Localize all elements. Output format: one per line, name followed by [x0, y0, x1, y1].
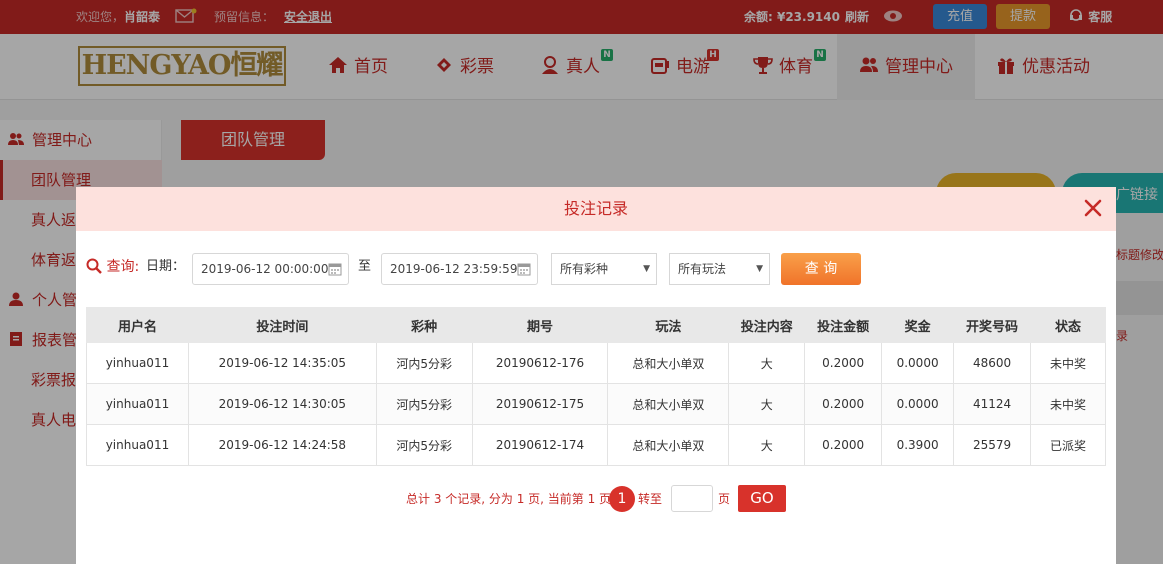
cell-username: yinhua011: [86, 383, 189, 425]
cell-issue: 20190612-175: [471, 383, 609, 425]
cell-issue: 20190612-176: [471, 342, 609, 384]
cell-issue: 20190612-174: [471, 424, 609, 466]
date-to-value: 2019-06-12 23:59:59: [390, 262, 518, 276]
col-bet-time: 投注时间: [187, 307, 377, 343]
col-status: 状态: [1030, 307, 1106, 343]
calendar-icon[interactable]: [517, 262, 531, 276]
cell-bet-content: 大: [728, 383, 806, 425]
query-label: 查询:: [86, 251, 139, 283]
query-button[interactable]: 查 询: [781, 253, 861, 285]
cell-lottery: 河内5分彩: [375, 383, 473, 425]
cell-status: 未中奖: [1030, 383, 1106, 425]
table-row[interactable]: yinhua011 2019-06-12 14:24:58 河内5分彩 2019…: [86, 424, 1106, 466]
table-header-row: 用户名 投注时间 彩种 期号 玩法 投注内容 投注金额 奖金 开奖号码 状态: [86, 307, 1106, 343]
close-icon[interactable]: [1082, 197, 1104, 219]
date-from-input[interactable]: 2019-06-12 00:00:00: [192, 253, 349, 285]
modal-title: 投注记录: [563, 199, 628, 218]
table-row[interactable]: yinhua011 2019-06-12 14:30:05 河内5分彩 2019…: [86, 383, 1106, 425]
cell-bet-amount: 0.2000: [804, 424, 883, 466]
cell-status: 未中奖: [1030, 342, 1106, 384]
to-label: 至: [358, 259, 372, 274]
col-play: 玩法: [607, 307, 730, 343]
cell-bet-time: 2019-06-12 14:24:58: [187, 424, 377, 466]
col-lottery: 彩种: [375, 307, 473, 343]
cell-play: 总和大小单双: [607, 424, 730, 466]
calendar-icon[interactable]: [328, 262, 342, 276]
cell-draw-number: 25579: [953, 424, 1032, 466]
cell-lottery: 河内5分彩: [375, 424, 473, 466]
cell-username: yinhua011: [86, 342, 189, 384]
date-to-input[interactable]: 2019-06-12 23:59:59: [381, 253, 538, 285]
col-prize: 奖金: [881, 307, 955, 343]
date-from-value: 2019-06-12 00:00:00: [201, 262, 329, 276]
goto-page-input[interactable]: [671, 485, 713, 512]
play-type-select[interactable]: 所有玩法 ▼: [669, 253, 770, 285]
page-unit-label: 页: [718, 492, 731, 506]
cell-bet-time: 2019-06-12 14:35:05: [187, 342, 377, 384]
cell-status: 已派奖: [1030, 424, 1106, 466]
col-username: 用户名: [86, 307, 189, 343]
cell-play: 总和大小单双: [607, 342, 730, 384]
cell-bet-amount: 0.2000: [804, 342, 883, 384]
lottery-type-select[interactable]: 所有彩种 ▼: [551, 253, 657, 285]
pagination-summary: 总计 3 个记录, 分为 1 页, 当前第 1 页: [406, 492, 612, 506]
query-label-text: 查询:: [106, 259, 140, 275]
date-label: 日期：: [146, 259, 186, 274]
modal-header: 投注记录: [76, 187, 1116, 231]
cell-prize: 0.0000: [881, 383, 955, 425]
bet-records-modal: 投注记录 查询: 日期： 2019-06-12 00:00:00 至 2019-…: [76, 187, 1116, 564]
dropdown-arrow-icon: ▼: [643, 264, 650, 274]
cell-draw-number: 41124: [953, 383, 1032, 425]
cell-username: yinhua011: [86, 424, 189, 466]
go-button[interactable]: GO: [738, 485, 786, 512]
cell-prize: 0.0000: [881, 342, 955, 384]
col-draw-number: 开奖号码: [953, 307, 1032, 343]
play-type-value: 所有玩法: [678, 262, 727, 276]
cell-bet-content: 大: [728, 342, 806, 384]
cell-lottery: 河内5分彩: [375, 342, 473, 384]
cell-draw-number: 48600: [953, 342, 1032, 384]
search-icon: [86, 258, 102, 274]
col-bet-amount: 投注金额: [804, 307, 883, 343]
cell-bet-amount: 0.2000: [804, 383, 883, 425]
dropdown-arrow-icon: ▼: [756, 264, 763, 274]
cell-bet-time: 2019-06-12 14:30:05: [187, 383, 377, 425]
col-bet-content: 投注内容: [728, 307, 806, 343]
pagination: 总计 3 个记录, 分为 1 页, 当前第 1 页 1 转至 页 GO: [76, 485, 1116, 513]
query-filter: 查询: 日期： 2019-06-12 00:00:00 至 2019-06-12…: [76, 251, 1116, 285]
col-issue: 期号: [471, 307, 609, 343]
cell-prize: 0.3900: [881, 424, 955, 466]
bet-records-table: 用户名 投注时间 彩种 期号 玩法 投注内容 投注金额 奖金 开奖号码 状态 y…: [86, 307, 1106, 466]
cell-bet-content: 大: [728, 424, 806, 466]
cell-play: 总和大小单双: [607, 383, 730, 425]
lottery-type-value: 所有彩种: [560, 262, 609, 276]
current-page[interactable]: 1: [609, 486, 635, 512]
goto-label: 转至: [638, 492, 663, 506]
table-row[interactable]: yinhua011 2019-06-12 14:35:05 河内5分彩 2019…: [86, 342, 1106, 384]
